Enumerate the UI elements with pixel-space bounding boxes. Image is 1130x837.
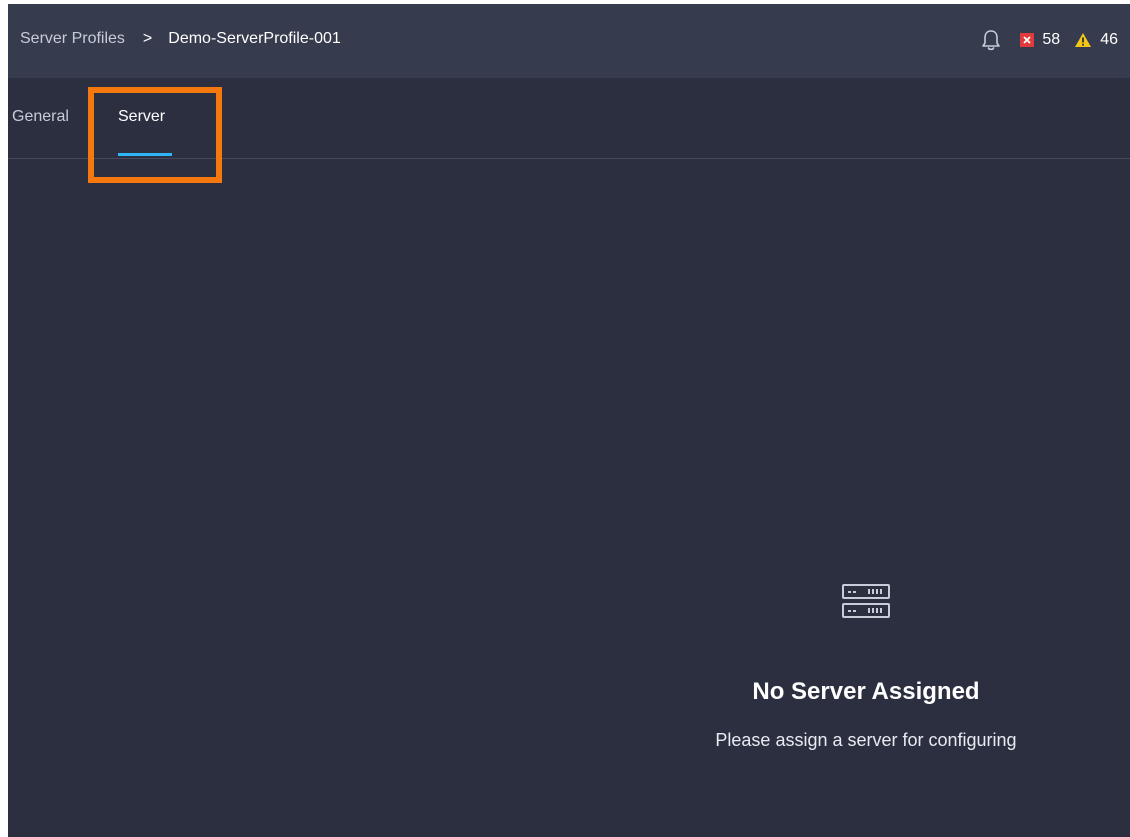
app-window: Server Profiles > Demo-ServerProfile-001… — [8, 4, 1130, 837]
tab-server[interactable]: Server — [118, 108, 165, 126]
tab-bar: General Server — [8, 78, 1130, 159]
breadcrumb: Server Profiles > Demo-ServerProfile-001 — [20, 30, 341, 48]
warning-alarm-count[interactable]: 46 — [1100, 31, 1118, 49]
alerts-area: 58 46 — [980, 26, 1118, 54]
breadcrumb-server-profiles-link[interactable]: Server Profiles — [20, 30, 125, 48]
top-bar: Server Profiles > Demo-ServerProfile-001… — [8, 4, 1130, 78]
critical-alarm-count[interactable]: 58 — [1042, 31, 1060, 49]
active-tab-indicator — [118, 153, 172, 156]
empty-state-title: No Server Assigned — [752, 678, 980, 705]
critical-alarm-icon[interactable] — [1020, 33, 1035, 47]
warning-alarm-icon[interactable] — [1074, 32, 1092, 48]
server-icon — [842, 584, 890, 618]
empty-state-subtitle: Please assign a server for configuring — [715, 730, 1017, 750]
tab-general[interactable]: General — [12, 108, 69, 126]
breadcrumb-current-profile: Demo-ServerProfile-001 — [168, 30, 341, 47]
bell-icon[interactable] — [980, 28, 1002, 52]
empty-state: No Server Assigned Please assign a serve… — [648, 580, 1084, 751]
breadcrumb-separator: > — [142, 30, 153, 47]
